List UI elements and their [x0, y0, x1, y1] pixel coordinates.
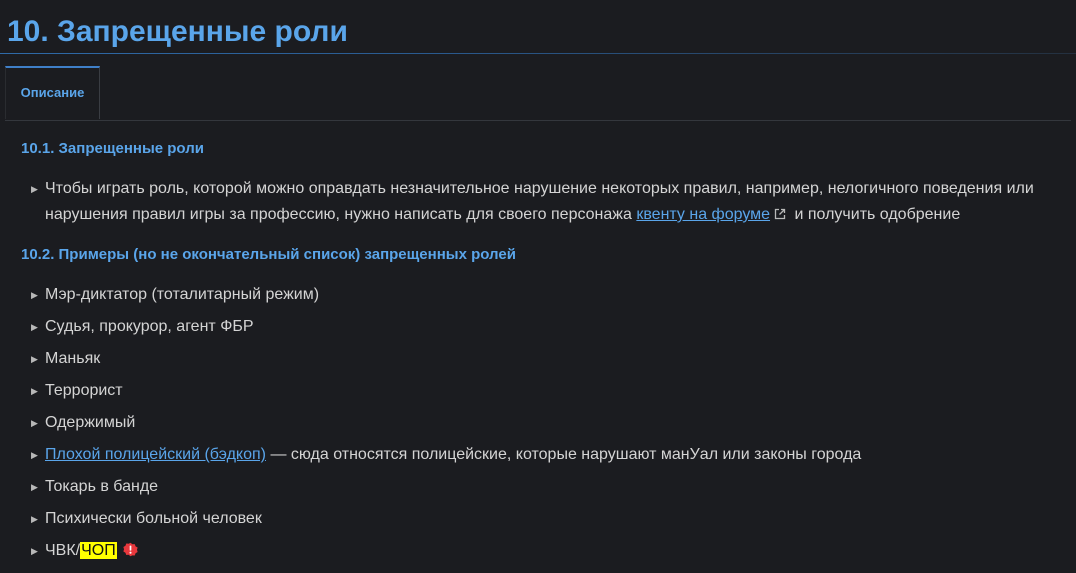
title-divider: [0, 53, 1076, 54]
bullet-icon: ▶: [31, 322, 38, 332]
list-item: Маньяк: [45, 350, 101, 367]
list-item: Одержимый: [45, 414, 136, 431]
list-item: ЧВК/ЧОП: [45, 538, 138, 566]
page-title: 10. Запрещенные роли: [7, 15, 348, 48]
tab-bar: Описание: [5, 66, 1071, 121]
list-item: Токарь в банде: [45, 478, 159, 495]
list-item: Мэр-диктатор (тоталитарный режим): [45, 286, 320, 303]
list-item-continuation: нарушения правил игры за профессию, нужн…: [45, 202, 960, 229]
list-item: Психически больной человек: [45, 510, 262, 527]
tab-description[interactable]: Описание: [5, 66, 100, 119]
list-item-text: нарушения правил игры за профессию, нужн…: [45, 206, 632, 223]
bullet-icon: ▶: [31, 418, 38, 428]
list-item: Судья, прокурор, агент ФБР: [45, 318, 254, 335]
warning-badge-icon: [123, 540, 138, 566]
bullet-icon: ▶: [31, 450, 38, 460]
highlighted-text: ЧОП: [80, 542, 117, 559]
list-item-text: и получить одобрение: [794, 206, 961, 223]
page: 10. Запрещенные роли Описание 10.1. Запр…: [0, 0, 1076, 573]
bullet-icon: ▶: [31, 386, 38, 396]
section-heading-10-2: 10.2. Примеры (но не окончательный списо…: [21, 246, 516, 263]
bullet-icon: ▶: [31, 546, 38, 556]
list-item-text: ЧВК/: [45, 542, 81, 559]
section-heading-10-1: 10.1. Запрещенные роли: [21, 140, 204, 157]
list-item: Чтобы играть роль, которой можно оправда…: [45, 180, 1034, 197]
forum-quenta-link[interactable]: квенту на форуме: [636, 206, 770, 223]
bullet-icon: ▶: [31, 290, 38, 300]
list-item-text: — сюда относятся полицейские, которые на…: [266, 446, 862, 463]
bullet-icon: ▶: [31, 482, 38, 492]
list-item: Плохой полицейский (бэдкоп) — сюда относ…: [45, 442, 861, 468]
bullet-icon: ▶: [31, 184, 38, 194]
bullet-icon: ▶: [31, 514, 38, 524]
external-link-icon: [774, 203, 786, 229]
bad-cop-link[interactable]: Плохой полицейский (бэдкоп): [45, 446, 266, 463]
bullet-icon: ▶: [31, 354, 38, 364]
list-item: Террорист: [45, 382, 123, 399]
